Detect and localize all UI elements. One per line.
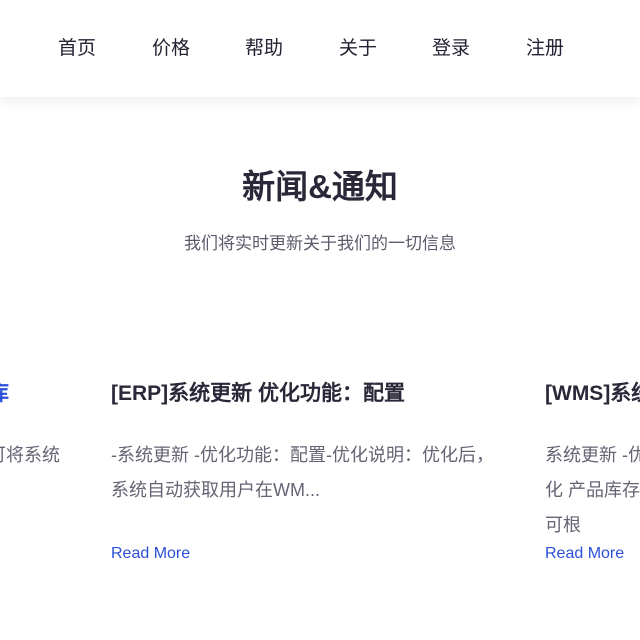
nav-login[interactable]: 登录 (432, 33, 470, 60)
nav-about[interactable]: 关于 (339, 33, 377, 60)
news-card-title[interactable]: 库 (0, 378, 68, 410)
section-subtitle: 我们将实时更新关于我们的一切信息 (184, 234, 456, 253)
news-card-partial-left[interactable]: 库 可将系统 (0, 378, 68, 508)
nav-register[interactable]: 注册 (526, 33, 564, 60)
top-nav-bar: 首页 价格 帮助 关于 登录 注册 (0, 0, 640, 97)
read-more-link[interactable]: Read More (111, 545, 190, 563)
news-card-title[interactable]: [ERP]系统更新 优化功能：配置 (111, 378, 511, 410)
news-card[interactable]: [ERP]系统更新 优化功能：配置 -系统更新 -优化功能：配置-优化说明：优化… (111, 378, 511, 563)
section-title: 新闻&通知 (242, 168, 398, 205)
nav-home[interactable]: 首页 (58, 33, 96, 60)
news-card-body: 系统更新 -优化 产品库存可根 (545, 445, 640, 535)
news-card-body: -系统更新 -优化功能：配置-优化说明：优化后，系统自动获取用户在WM... (111, 445, 494, 500)
nav-help[interactable]: 帮助 (245, 33, 283, 60)
nav-pricing[interactable]: 价格 (152, 33, 190, 60)
news-card-partial-right[interactable]: [WMS]系统 系统更新 -优化 产品库存可根 Read More (545, 378, 640, 563)
news-card-body: 可将系统 (0, 445, 60, 465)
read-more-link[interactable]: Read More (545, 545, 624, 563)
news-card-title[interactable]: [WMS]系统 (545, 378, 640, 410)
